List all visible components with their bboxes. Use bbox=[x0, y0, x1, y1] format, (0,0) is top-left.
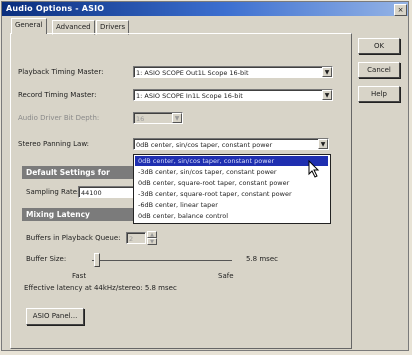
sampling-rate-select[interactable]: 44100 bbox=[78, 186, 134, 198]
panning-option[interactable]: 0dB center, balance control bbox=[135, 211, 328, 221]
chevron-down-icon[interactable]: ▼ bbox=[318, 139, 328, 149]
playback-timing-label: Playback Timing Master: bbox=[18, 68, 104, 76]
chevron-down-icon[interactable]: ▼ bbox=[322, 90, 332, 100]
playback-timing-select[interactable]: 1: ASIO SCOPE Out1L Scope 16-bit bbox=[133, 66, 333, 78]
record-timing-select[interactable]: 1: ASIO SCOPE In1L Scope 16-bit bbox=[133, 89, 333, 101]
close-icon[interactable]: × bbox=[394, 4, 407, 16]
stereo-panning-value: 0dB center, sin/cos taper, constant powe… bbox=[136, 141, 273, 149]
sampling-rate-value: 44100 bbox=[81, 189, 102, 197]
safe-label: Safe bbox=[218, 272, 234, 280]
title-bar[interactable]: Audio Options - ASIO × bbox=[2, 2, 408, 16]
mouse-cursor-icon bbox=[308, 160, 320, 178]
ok-button[interactable]: OK bbox=[358, 38, 400, 54]
help-button[interactable]: Help bbox=[358, 86, 400, 102]
playback-timing-value: 1: ASIO SCOPE Out1L Scope 16-bit bbox=[136, 69, 249, 77]
stereo-panning-dropdown-list: 0dB center, sin/cos taper, constant powe… bbox=[133, 154, 331, 224]
buffers-queue-value: 2 bbox=[129, 235, 134, 243]
bit-depth-value: 16 bbox=[136, 115, 145, 123]
buffer-size-value: 5.8 msec bbox=[246, 255, 278, 263]
record-timing-value: 1: ASIO SCOPE In1L Scope 16-bit bbox=[136, 92, 243, 100]
panning-option[interactable]: -3dB center, square-root taper, constant… bbox=[135, 189, 328, 199]
buffer-size-label: Buffer Size: bbox=[26, 255, 67, 263]
cancel-button[interactable]: Cancel bbox=[358, 62, 400, 78]
window-title: Audio Options - ASIO bbox=[6, 4, 105, 13]
stereo-panning-select[interactable]: 0dB center, sin/cos taper, constant powe… bbox=[133, 138, 329, 150]
chevron-down-icon: ▼ bbox=[172, 113, 182, 123]
panning-option[interactable]: -6dB center, linear taper bbox=[135, 200, 328, 210]
asio-panel-button[interactable]: ASIO Panel... bbox=[26, 308, 84, 325]
effective-latency-text: Effective latency at 44kHz/stereo: 5.8 m… bbox=[24, 284, 177, 292]
panning-option[interactable]: 0dB center, square-root taper, constant … bbox=[135, 178, 328, 188]
record-timing-label: Record Timing Master: bbox=[18, 91, 97, 99]
spin-up-icon[interactable]: ▲ bbox=[147, 231, 157, 238]
fast-label: Fast bbox=[72, 272, 87, 280]
default-settings-header: Default Settings for bbox=[22, 166, 134, 179]
buffer-size-slider-thumb[interactable] bbox=[94, 253, 100, 267]
tab-general[interactable]: General bbox=[11, 18, 47, 34]
buffers-queue-label: Buffers in Playback Queue: bbox=[26, 234, 121, 242]
buffers-queue-field[interactable]: 2 bbox=[126, 232, 146, 244]
panning-option[interactable]: -3dB center, sin/cos taper, constant pow… bbox=[135, 167, 328, 177]
spin-down-icon[interactable]: ▼ bbox=[147, 238, 157, 245]
chevron-down-icon[interactable]: ▼ bbox=[322, 67, 332, 77]
audio-options-dialog: Audio Options - ASIO × General Advanced … bbox=[2, 2, 408, 350]
bit-depth-label: Audio Driver Bit Depth: bbox=[18, 114, 100, 122]
mixing-latency-header: Mixing Latency bbox=[22, 208, 134, 221]
stereo-panning-label: Stereo Panning Law: bbox=[18, 140, 90, 148]
sampling-rate-label: Sampling Rate: bbox=[26, 188, 80, 196]
buffer-size-slider-track[interactable] bbox=[92, 260, 232, 261]
panning-option[interactable]: 0dB center, sin/cos taper, constant powe… bbox=[135, 156, 328, 166]
